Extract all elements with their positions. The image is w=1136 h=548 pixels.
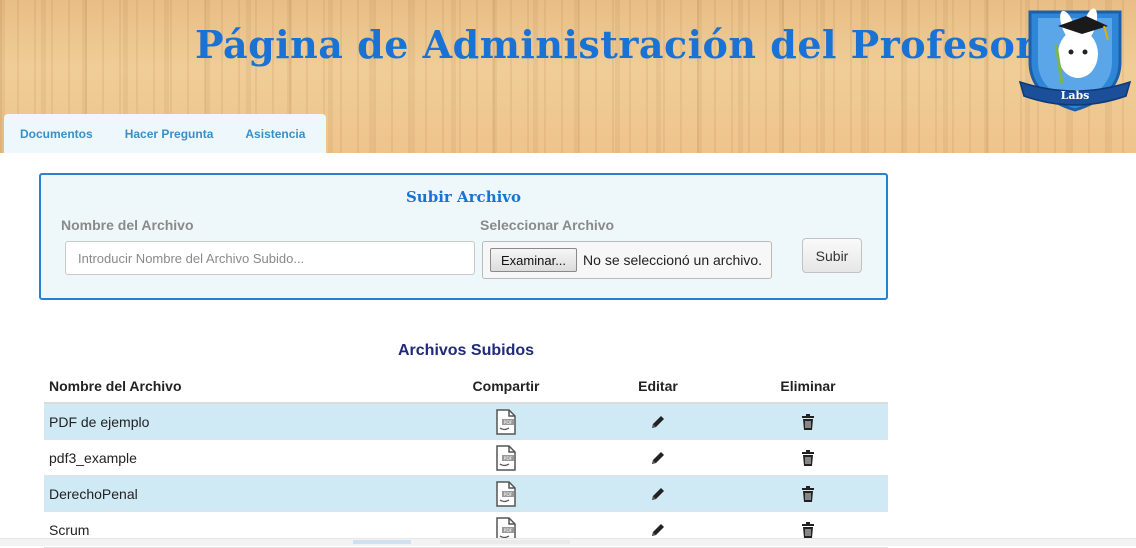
pdf-share-icon[interactable]: PDF	[495, 408, 517, 435]
table-row: DerechoPenal PDF	[44, 476, 888, 512]
svg-text:PDF: PDF	[504, 456, 513, 462]
pencil-icon[interactable]	[650, 414, 666, 430]
trash-icon[interactable]	[801, 449, 815, 466]
svg-text:PDF: PDF	[504, 528, 513, 534]
uploaded-files-table: Nombre del Archivo Compartir Editar Elim…	[44, 370, 888, 548]
pdf-share-icon[interactable]: PDF	[495, 444, 517, 471]
scrollbar-thumb[interactable]	[353, 540, 411, 544]
svg-text:PDF: PDF	[504, 492, 513, 498]
logo-text: Labs	[1061, 89, 1090, 102]
file-name-cell: Scrum	[49, 521, 90, 538]
select-file-label: Seleccionar Archivo	[480, 217, 615, 233]
browse-button[interactable]: Examinar...	[490, 248, 578, 272]
no-file-status: No se seleccionó un archivo.	[583, 252, 763, 268]
trash-icon[interactable]	[801, 413, 815, 430]
trash-icon[interactable]	[801, 485, 815, 502]
col-header-name: Nombre del Archivo	[49, 378, 182, 394]
table-row: pdf3_example PDF	[44, 440, 888, 476]
file-name-cell: DerechoPenal	[49, 485, 138, 502]
col-header-share: Compartir	[472, 378, 540, 394]
tab-asistencia[interactable]: Asistencia	[229, 127, 321, 141]
scrollbar-track-segment	[440, 540, 570, 544]
upload-title: Subir Archivo	[405, 188, 522, 206]
file-name-cell: pdf3_example	[49, 449, 137, 466]
svg-text:PDF: PDF	[504, 420, 513, 426]
table-header: Nombre del Archivo Compartir Editar Elim…	[44, 370, 888, 404]
page-title: Página de Administración del Profesor	[195, 22, 1036, 67]
nav-tabs: Documentos Hacer Pregunta Asistencia	[4, 114, 326, 153]
table-row: PDF de ejemplo PDF	[44, 404, 888, 440]
tab-hacer-pregunta[interactable]: Hacer Pregunta	[109, 127, 230, 141]
school-logo: Labs	[1018, 8, 1132, 112]
pdf-share-icon[interactable]: PDF	[495, 480, 517, 507]
file-name-cell: PDF de ejemplo	[49, 413, 150, 430]
trash-icon[interactable]	[801, 521, 815, 538]
col-header-edit: Editar	[638, 378, 678, 394]
file-picker[interactable]: Examinar... No se seleccionó un archivo.	[482, 241, 772, 279]
pencil-icon[interactable]	[650, 450, 666, 466]
file-name-input[interactable]	[65, 241, 475, 275]
upload-panel: Subir Archivo Nombre del Archivo Selecci…	[39, 173, 888, 300]
col-header-delete: Eliminar	[780, 378, 836, 394]
pencil-icon[interactable]	[650, 486, 666, 502]
upload-submit-button[interactable]: Subir	[802, 238, 862, 273]
file-name-label: Nombre del Archivo	[61, 217, 194, 233]
tab-documentos[interactable]: Documentos	[4, 127, 109, 141]
pencil-icon[interactable]	[650, 522, 666, 538]
uploaded-files-title: Archivos Subidos	[397, 342, 535, 359]
